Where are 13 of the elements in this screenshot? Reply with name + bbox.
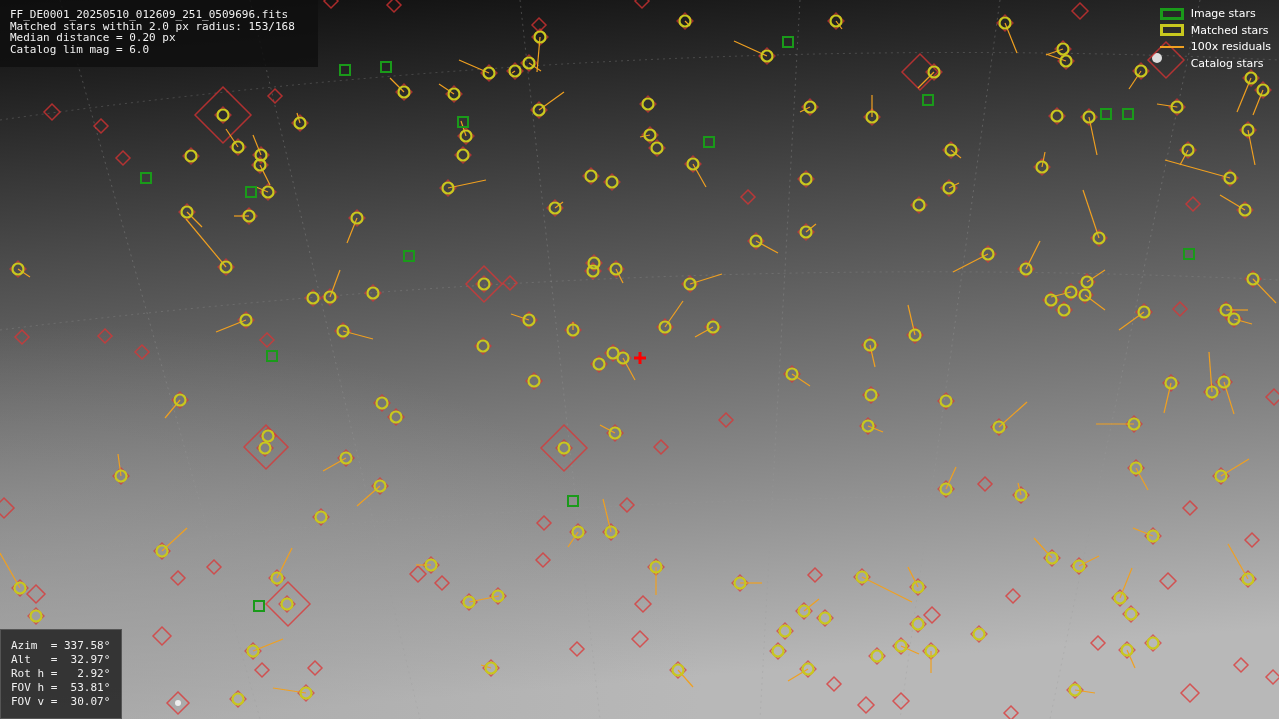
info-line: Matched stars within 2.0 px radius: 153/168: [10, 20, 295, 32]
pointing-line: FOV v = 30.07°: [11, 695, 111, 709]
legend-label: Catalog stars: [1190, 56, 1264, 70]
pointing-line: FOV h = 53.81°: [11, 681, 111, 695]
info-line: Median distance = 0.20 px: [10, 32, 176, 44]
legend-label: Matched stars: [1190, 23, 1269, 37]
info-line: Catalog lim mag = 6.0: [10, 43, 150, 55]
legend-label: 100x residuals: [1190, 40, 1271, 54]
pointing-line: Alt = 32.97°: [11, 653, 111, 667]
info-line: FF_DE0001_20250510_012609_251_0509696.fits: [10, 9, 289, 21]
pointing-line: Azim = 337.58°: [11, 639, 111, 653]
legend-label: Image stars: [1190, 7, 1256, 21]
pointing-line: Rot h = 2.92°: [11, 667, 111, 681]
